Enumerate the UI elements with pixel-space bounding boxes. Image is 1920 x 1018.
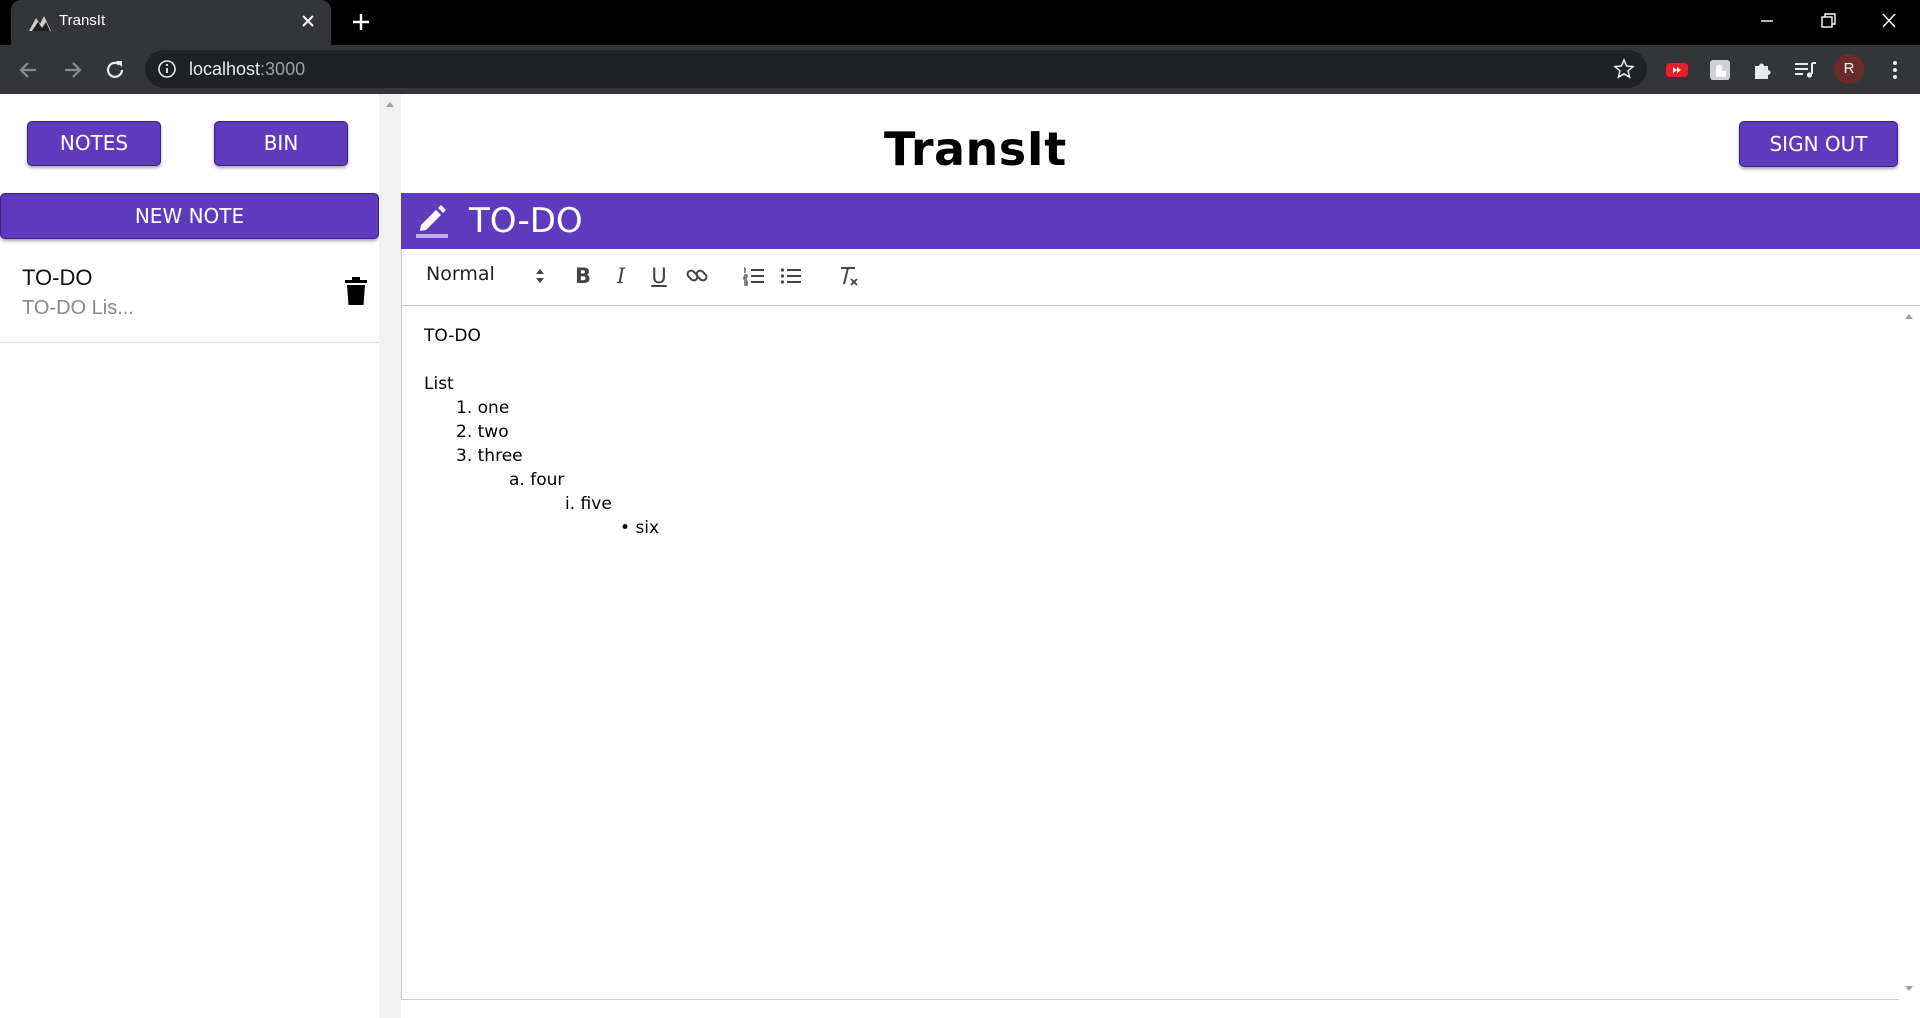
app-root: NOTES BIN NEW NOTE TO-DO TO-DO Lis... Tr… [0, 94, 1920, 1018]
list-marker: a. [509, 470, 525, 490]
profile-avatar[interactable]: R [1834, 54, 1864, 84]
close-icon[interactable] [299, 12, 317, 30]
new-note-button[interactable]: NEW NOTE [0, 193, 379, 239]
window-close-icon[interactable] [1874, 8, 1904, 34]
app-title: TransIt [884, 122, 1067, 176]
youtube-extension-icon[interactable] [1664, 57, 1690, 83]
updown-icon [536, 269, 544, 283]
list-item: 1. one [456, 398, 509, 418]
scroll-up-arrow[interactable] [386, 102, 394, 107]
ordered-list-icon [743, 267, 764, 286]
content-line: TO-DO [424, 326, 481, 346]
kebab-menu-icon[interactable] [1882, 57, 1908, 83]
browser-tab[interactable]: TransIt [11, 0, 331, 45]
list-item-text: two [477, 422, 509, 442]
trash-icon[interactable] [344, 276, 368, 306]
notes-button[interactable]: NOTES [27, 121, 161, 166]
format-select[interactable]: Normal [426, 263, 546, 291]
puzzle-icon[interactable] [1750, 57, 1776, 83]
bold-button[interactable]: B [568, 261, 598, 291]
bin-button[interactable]: BIN [214, 121, 348, 166]
list-item-text: five [580, 494, 612, 514]
reload-icon[interactable] [102, 57, 128, 83]
tab-title: TransIt [59, 12, 106, 29]
media-icon[interactable] [1792, 57, 1818, 83]
list-item: i. five [565, 494, 612, 514]
link-icon [686, 269, 708, 282]
italic-button[interactable]: I [606, 261, 636, 291]
list-marker: • [620, 518, 631, 538]
list-marker: 3. [456, 446, 473, 466]
list-marker: 1. [456, 398, 473, 418]
list-item-text: four [530, 470, 565, 490]
url-host: localhost [189, 59, 261, 79]
note-item-title: TO-DO [22, 265, 93, 290]
note-item-preview: TO-DO Lis... [22, 297, 134, 319]
sidebar-scrollbar[interactable] [379, 94, 401, 1018]
forward-icon[interactable] [59, 57, 85, 83]
restore-icon[interactable] [1813, 8, 1843, 34]
url-port: :3000 [260, 59, 306, 79]
list-item-text: one [477, 398, 510, 418]
list-marker: i. [565, 494, 576, 514]
url-text[interactable]: localhost:3000 [189, 59, 305, 80]
list-item: 2. two [456, 422, 509, 442]
list-marker: 2. [456, 422, 473, 442]
underline-button[interactable]: U [644, 261, 674, 291]
editor-content[interactable]: TO-DO List 1. one 2. two 3. three a. fou… [401, 306, 1899, 1000]
note-title-input[interactable]: TO-DO [469, 201, 583, 241]
editor-toolbar: Normal B I U [401, 249, 1920, 306]
scroll-down-arrow[interactable] [1905, 986, 1913, 991]
sidebar: NOTES BIN NEW NOTE TO-DO TO-DO Lis... [0, 94, 379, 1018]
sign-out-button[interactable]: SIGN OUT [1739, 121, 1898, 167]
content-line: List [424, 374, 454, 394]
browser-toolbar: localhost:3000 R [0, 45, 1920, 94]
note-title-bar: TO-DO [401, 193, 1920, 249]
pencil-icon [416, 205, 448, 238]
extension-icon[interactable] [1707, 57, 1733, 83]
tab-favicon [29, 16, 51, 31]
clear-format-icon [841, 267, 858, 286]
clear-format-button[interactable] [834, 261, 864, 291]
list-item-text: three [477, 446, 523, 466]
list-item: • six [620, 518, 659, 538]
bullet-list-icon [780, 268, 801, 284]
back-icon[interactable] [16, 57, 42, 83]
info-icon[interactable] [157, 59, 177, 79]
bullet-list-button[interactable] [776, 261, 806, 291]
ordered-list-button[interactable] [739, 261, 769, 291]
format-select-value: Normal [426, 263, 495, 285]
browser-tabstrip: TransIt [0, 0, 1920, 45]
link-button[interactable] [682, 261, 712, 291]
minimize-icon[interactable] [1752, 8, 1782, 34]
plus-icon[interactable] [348, 9, 374, 35]
list-item: 3. three [456, 446, 523, 466]
note-list-item[interactable]: TO-DO TO-DO Lis... [0, 239, 379, 343]
list-item-text: six [635, 518, 660, 538]
editor-scrollbar[interactable] [1899, 306, 1920, 1000]
scroll-up-arrow[interactable] [1905, 314, 1913, 319]
list-item: a. four [509, 470, 564, 490]
address-bar[interactable]: localhost:3000 [145, 50, 1647, 88]
star-icon[interactable] [1613, 58, 1635, 80]
